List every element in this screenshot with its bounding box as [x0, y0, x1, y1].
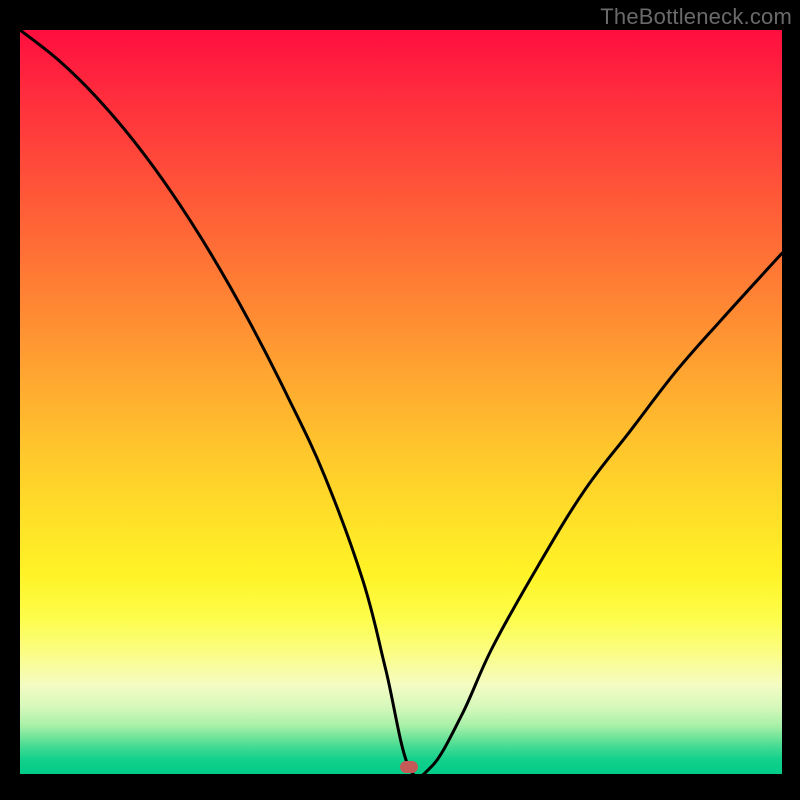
watermark-text: TheBottleneck.com: [600, 4, 792, 30]
plot-area: [20, 30, 782, 774]
chart-frame: TheBottleneck.com: [0, 0, 800, 800]
optimum-marker: [400, 761, 418, 773]
bottleneck-curve: [20, 30, 782, 774]
